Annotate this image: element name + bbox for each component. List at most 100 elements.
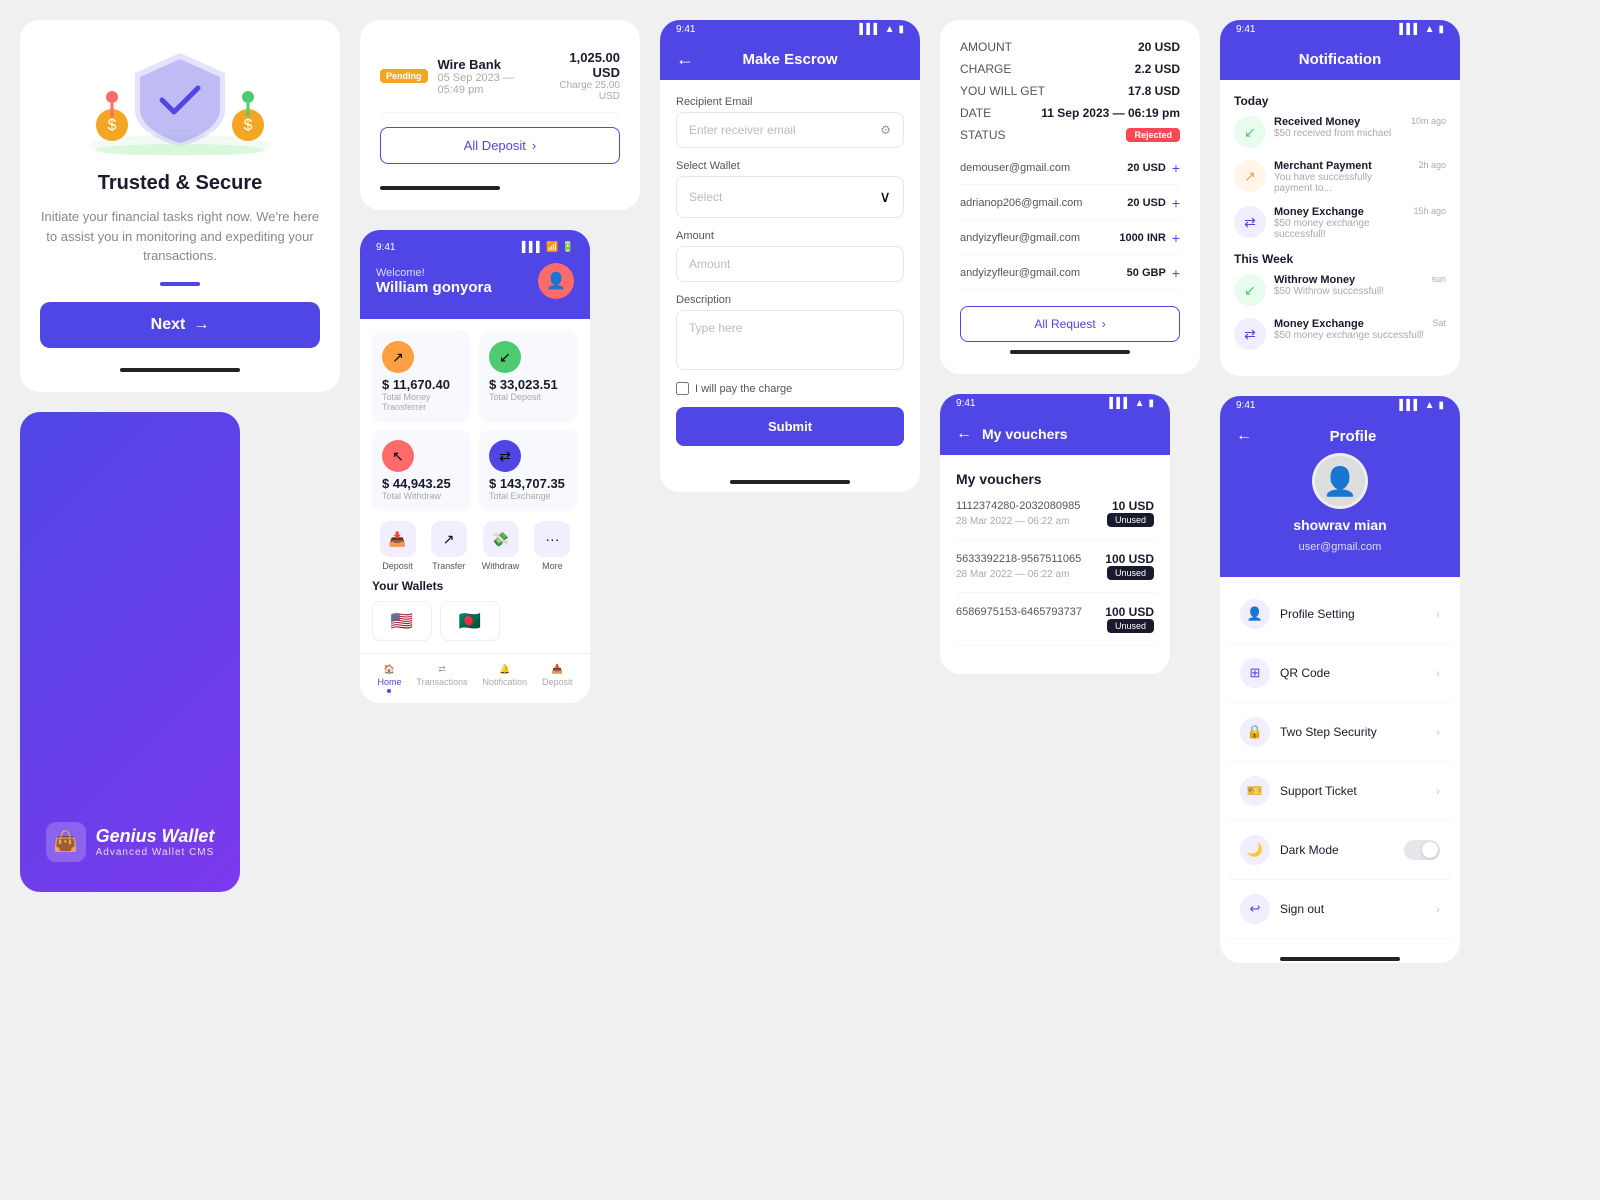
description-input[interactable]: Type here <box>676 310 904 370</box>
notif-content-1: Received Money $50 received from michael <box>1274 116 1403 139</box>
menu-two-step-security[interactable]: 🔒 Two Step Security › <box>1228 703 1452 762</box>
all-request-button[interactable]: All Request › <box>960 306 1180 342</box>
stat-transferrer: ↗ $ 11,670.40 Total Money Transferrer <box>372 331 471 422</box>
add-icon-4[interactable]: + <box>1172 265 1180 281</box>
wallets-section: Your Wallets 🇺🇸 🇧🇩 <box>372 579 578 641</box>
profile-top-bar: ← Profile <box>1236 427 1444 445</box>
notif-icon-1: ↙ <box>1234 116 1266 148</box>
menu-profile-setting[interactable]: 👤 Profile Setting › <box>1228 585 1452 644</box>
phone-header: 9:41 ▌▌▌ 📶 🔋 Welcome! William gonyora 👤 <box>360 230 590 319</box>
escrow-wifi: ▲ <box>885 24 895 35</box>
dashboard-phone-card: 9:41 ▌▌▌ 📶 🔋 Welcome! William gonyora 👤 <box>360 230 590 703</box>
req-amount-2: 20 USD <box>1127 197 1166 209</box>
menu-item-left-5: 🌙 Dark Mode <box>1240 835 1339 865</box>
sign-out-label: Sign out <box>1280 902 1324 916</box>
voucher-item-2: 5633392218-9567511065 100 USD 28 Mar 202… <box>956 552 1154 593</box>
req-email-1: demouser@gmail.com <box>960 162 1070 174</box>
deposit-item-left: Pending Wire Bank 05 Sep 2023 — 05:49 pm <box>380 57 544 96</box>
deposit-charge: Charge 25.00 USD <box>544 80 620 102</box>
request-list: demouser@gmail.com 20 USD + adrianop206@… <box>960 160 1180 290</box>
stat-label-2: Total Deposit <box>489 392 568 402</box>
profile-menu: 👤 Profile Setting › ⊞ QR Code › 🔒 Two <box>1220 577 1460 947</box>
status-bar: 9:41 ▌▌▌ 📶 🔋 <box>376 242 574 253</box>
notif-title-1: Received Money <box>1274 116 1403 128</box>
menu-item-left-3: 🔒 Two Step Security <box>1240 717 1377 747</box>
wallet-select[interactable]: Select ∨ <box>676 176 904 218</box>
user-row: Welcome! William gonyora 👤 <box>376 263 574 299</box>
req-amount-4: 50 GBP <box>1127 267 1166 279</box>
submit-button[interactable]: Submit <box>676 407 904 446</box>
profile-setting-chevron: › <box>1436 607 1440 621</box>
voucher-back-button[interactable]: ← <box>956 425 972 443</box>
add-icon-1[interactable]: + <box>1172 160 1180 176</box>
notification-header: Notification <box>1220 39 1460 80</box>
withdraw-action[interactable]: 💸 Withdraw <box>482 521 520 571</box>
menu-qr-code[interactable]: ⊞ QR Code › <box>1228 644 1452 703</box>
swipe-bar-deposit <box>380 186 500 190</box>
escrow-title: Make Escrow <box>742 51 837 68</box>
notif-desc-2: You have successfully payment to... <box>1274 172 1410 194</box>
svg-text:$: $ <box>244 117 253 134</box>
notif-item-1: ↙ Received Money $50 received from micha… <box>1234 116 1446 148</box>
description-field: Description Type here <box>676 294 904 370</box>
transfer-action[interactable]: ↗ Transfer <box>431 521 467 571</box>
voucher-battery: ▮ <box>1148 398 1154 409</box>
charge-checkbox[interactable] <box>676 382 689 395</box>
req-amount-1: 20 USD <box>1127 162 1166 174</box>
sign-out-icon: ↩ <box>1240 894 1270 924</box>
next-button[interactable]: Next → <box>40 302 320 348</box>
menu-dark-mode[interactable]: 🌙 Dark Mode <box>1228 821 1452 880</box>
voucher-signal: ▌▌▌ <box>1109 398 1130 409</box>
notif-desc-1: $50 received from michael <box>1274 128 1403 139</box>
recipient-email-input[interactable]: Enter receiver email ⚙ <box>676 112 904 148</box>
escrow-header: ← Make Escrow <box>660 39 920 80</box>
escrow-status-icons: ▌▌▌ ▲ ▮ <box>859 24 904 35</box>
nav-home-label: Home <box>377 677 401 687</box>
charge-checkbox-row: I will pay the charge <box>676 382 904 395</box>
all-deposit-button[interactable]: All Deposit › <box>380 127 620 164</box>
two-step-label: Two Step Security <box>1280 725 1377 739</box>
deposit-qa-label: Deposit <box>382 561 413 571</box>
add-icon-2[interactable]: + <box>1172 195 1180 211</box>
swipe-bar <box>120 368 240 372</box>
add-icon-3[interactable]: + <box>1172 230 1180 246</box>
dark-mode-toggle[interactable] <box>1404 840 1440 860</box>
wallet-placeholder: Select <box>689 190 722 204</box>
stats-grid: ↗ $ 11,670.40 Total Money Transferrer ↙ … <box>372 331 578 511</box>
profile-status-bar: 9:41 ▌▌▌ ▲ ▮ <box>1220 396 1460 415</box>
deposit-amount-info: 1,025.00 USD Charge 25.00 USD <box>544 50 620 102</box>
all-request-label: All Request <box>1034 317 1095 331</box>
menu-support-ticket[interactable]: 🎫 Support Ticket › <box>1228 762 1452 821</box>
withdraw-icon: ↖ <box>382 440 414 472</box>
recipient-placeholder: Enter receiver email <box>689 123 796 137</box>
summary-amount-val: 20 USD <box>1138 40 1180 54</box>
more-action[interactable]: ··· More <box>534 521 570 571</box>
notif-desc-4: $50 Withrow successfull! <box>1274 286 1423 297</box>
profile-setting-icon: 👤 <box>1240 599 1270 629</box>
nav-transactions[interactable]: ⇄ Transactions <box>416 664 467 693</box>
deposit-action[interactable]: 📥 Deposit <box>380 521 416 571</box>
menu-sign-out[interactable]: ↩ Sign out › <box>1228 880 1452 939</box>
amount-input[interactable]: Amount <box>676 246 904 282</box>
qr-code-label: QR Code <box>1280 666 1330 680</box>
nav-home[interactable]: 🏠 Home <box>377 664 401 693</box>
trusted-secure-card: $ $ Trusted & Secure Initiate your finan… <box>20 20 340 392</box>
wallet-bdt[interactable]: 🇧🇩 <box>440 601 500 641</box>
brand-card: 👜 Genius Wallet Advanced Wallet CMS <box>20 412 240 892</box>
wallet-usd[interactable]: 🇺🇸 <box>372 601 432 641</box>
escrow-back-button[interactable]: ← <box>676 49 694 70</box>
signal-icon: ▌▌▌ <box>522 242 543 253</box>
req-item-1: demouser@gmail.com 20 USD + <box>960 160 1180 185</box>
nav-notification[interactable]: 🔔 Notification <box>483 664 528 693</box>
stat-withdraw: ↖ $ 44,943.25 Total Withdraw <box>372 430 471 511</box>
notif-icon-4: ↙ <box>1234 274 1266 306</box>
transaction-summary-card: AMOUNT 20 USD CHARGE 2.2 USD YOU WILL GE… <box>940 20 1200 374</box>
nav-deposit[interactable]: 📥 Deposit <box>542 664 573 693</box>
notif-time-1: 10m ago <box>1411 116 1446 126</box>
notif-wifi: ▲ <box>1425 24 1435 35</box>
summary-charge-key: CHARGE <box>960 62 1011 76</box>
transactions-icon: ⇄ <box>438 664 446 675</box>
trusted-illustration: $ $ <box>70 40 290 160</box>
deposit-icon: ↙ <box>489 341 521 373</box>
profile-back-button[interactable]: ← <box>1236 427 1252 445</box>
